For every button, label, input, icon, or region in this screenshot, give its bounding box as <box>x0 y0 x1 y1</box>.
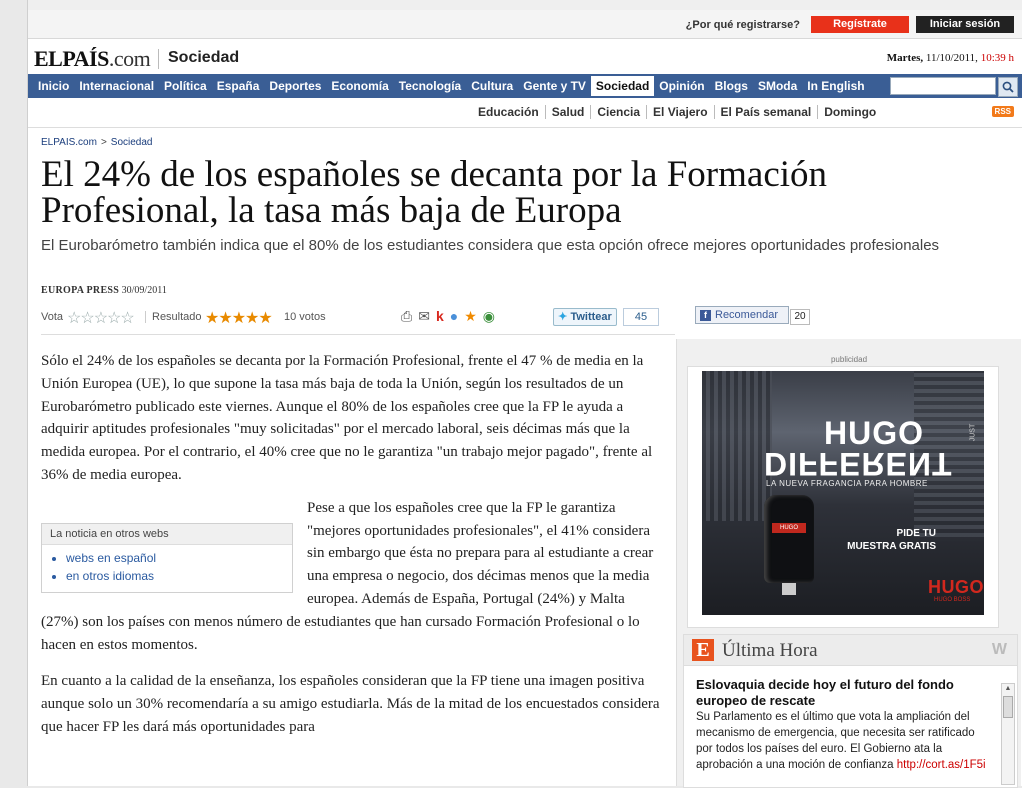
facebook-recommend-button[interactable]: f Recomendar <box>695 306 789 324</box>
hugo-ad-banner[interactable]: HUGO DIFFERENT JUST LA NUEVA FRAGANCIA P… <box>702 371 984 615</box>
other-webs-link-spanish[interactable]: webs en español <box>66 549 292 567</box>
other-webs-box: La noticia en otros webs webs en español… <box>41 522 293 593</box>
login-button[interactable]: Iniciar sesión <box>916 16 1014 33</box>
nav-item-gente-y-tv[interactable]: Gente y TV <box>518 74 591 98</box>
share-icon-2[interactable]: ● <box>450 308 458 325</box>
article-headline: El 24% de los españoles se decanta por l… <box>41 154 828 231</box>
sub-nav: Educación Salud Ciencia El Viajero El País s… <box>28 99 1022 128</box>
ad-brand-bottom: HUGO <box>928 577 984 597</box>
twitter-button[interactable]: ✦ Twittear <box>553 308 617 326</box>
subnav-item-el-país-semanal[interactable]: El País semanal <box>713 105 818 119</box>
logo-divider <box>158 49 159 69</box>
share-icon-3[interactable]: ★ <box>464 308 477 325</box>
article-subtitle: El Eurobarómetro también indica que el 8… <box>41 237 940 254</box>
breadcrumb-separator: > <box>100 137 107 148</box>
date-time: Martes, 11/10/2011, 10:39 h <box>886 52 1014 64</box>
byline: EUROPA PRESS 30/09/2011 <box>41 285 167 296</box>
ad-frame: HUGO DIFFERENT JUST LA NUEVA FRAGANCIA P… <box>687 366 999 628</box>
subnav-item-salud[interactable]: Salud <box>544 105 591 119</box>
scrollbar[interactable]: ▲ <box>1001 683 1015 785</box>
other-webs-title: La noticia en otros webs <box>42 523 292 545</box>
breadcrumb: ELPAIS.com > Sociedad <box>41 137 153 148</box>
breadcrumb-home[interactable]: ELPAIS.com <box>41 137 97 148</box>
rating-bar: Vota ☆☆☆☆☆ Resultado ★★★★★ 10 votos ⎙ ✉ … <box>41 306 681 330</box>
facebook-count: 20 <box>790 309 810 325</box>
nav-item-deportes[interactable]: Deportes <box>264 74 326 98</box>
search-input[interactable] <box>890 77 996 95</box>
section-title[interactable]: Sociedad <box>168 49 239 67</box>
scroll-up-icon[interactable]: ▲ <box>1002 684 1014 694</box>
share-icon-4[interactable]: ◉ <box>483 308 495 325</box>
elpais-e-icon: E <box>692 639 714 661</box>
subnav-item-educación[interactable]: Educación <box>472 105 545 119</box>
nav-item-smoda[interactable]: SModa <box>753 74 802 98</box>
ultima-hora-item: Eslovaquia decide hoy el futuro del fond… <box>696 677 994 773</box>
nav-item-blogs[interactable]: Blogs <box>710 74 753 98</box>
result-label: Resultado <box>145 311 202 323</box>
share-icon-1[interactable]: k <box>436 308 444 325</box>
ad-tagline: LA NUEVA FRAGANCIA PARA HOMBRE <box>766 479 928 488</box>
sub-nav-list: Educación Salud Ciencia El Viajero El País s… <box>472 105 882 119</box>
twitter-count: 45 <box>623 308 659 326</box>
vote-label: Vota <box>41 311 64 323</box>
other-webs-link-other-languages[interactable]: en otros idiomas <box>66 567 292 585</box>
twitter-icon: ✦ <box>558 311 571 323</box>
main-nav-list: Inicio Internacional Política España Deporte… <box>28 74 1022 98</box>
ultima-hora-title: Última Hora <box>722 640 818 661</box>
ultima-hora-headline[interactable]: Eslovaquia decide hoy el futuro del fond… <box>696 677 994 709</box>
sidebar: publicidad HUGO DIFFERENT JUST LA NUEVA … <box>676 339 1021 788</box>
rss-icon[interactable]: RSS <box>991 106 1014 117</box>
nav-item-economía[interactable]: Economía <box>326 74 393 98</box>
result-stars: ★★★★★ <box>205 310 273 327</box>
nav-item-tecnología[interactable]: Tecnología <box>394 74 466 98</box>
twitter-w-icon[interactable]: W <box>992 641 1007 659</box>
nav-item-política[interactable]: Política <box>159 74 212 98</box>
scroll-thumb[interactable] <box>1003 696 1013 718</box>
article-paragraph: Sólo el 24% de los españoles se decanta … <box>41 353 653 483</box>
breadcrumb-section[interactable]: Sociedad <box>111 137 153 148</box>
ad-label: publicidad <box>830 355 868 364</box>
nav-item-españa[interactable]: España <box>212 74 265 98</box>
nav-item-internacional[interactable]: Internacional <box>74 74 159 98</box>
register-button[interactable]: Regístrate <box>811 16 909 33</box>
vote-count: 10 votos <box>284 311 326 323</box>
page: ¿Por qué registrarse? Regístrate Iniciar… <box>27 0 1022 788</box>
share-tools: ⎙ ✉ k ● ★ ◉ <box>401 308 495 325</box>
main-nav: Inicio Internacional Política España Deporte… <box>28 74 1022 98</box>
subnav-item-el-viajero[interactable]: El Viajero <box>646 105 713 119</box>
nav-item-inicio[interactable]: Inicio <box>33 74 74 98</box>
email-icon[interactable]: ✉ <box>418 308 430 325</box>
ad-just: JUST <box>969 423 977 442</box>
article-body: Sólo el 24% de los españoles se decanta … <box>41 350 666 753</box>
perfume-bottle-image: HUGO <box>764 495 814 583</box>
ultima-hora-header: E Última Hora W <box>684 635 1017 666</box>
article-paragraph: En cuanto a la calidad de la enseñanza, … <box>41 673 660 735</box>
search-button[interactable] <box>998 77 1018 97</box>
nav-item-cultura[interactable]: Cultura <box>466 74 518 98</box>
ad-brand-sub: HUGO BOSS <box>934 597 971 603</box>
why-register-link[interactable]: ¿Por qué registrarse? <box>686 19 800 31</box>
divider <box>41 334 675 335</box>
ultima-hora-widget: E Última Hora W Eslovaquia decide hoy el… <box>683 634 1018 788</box>
ultima-hora-link[interactable]: http://cort.as/1F5i <box>897 759 986 771</box>
facebook-icon: f <box>700 310 711 321</box>
search-icon <box>1002 81 1014 93</box>
vote-stars[interactable]: ☆☆☆☆☆ <box>67 308 135 328</box>
ad-cta: PIDE TU MUESTRA GRATIS <box>847 528 936 552</box>
site-header: ELPAÍS.com Sociedad Martes, 11/10/2011, … <box>28 39 1022 73</box>
print-icon[interactable]: ⎙ <box>401 308 412 325</box>
register-bar: ¿Por qué registrarse? Regístrate Iniciar… <box>28 10 1022 39</box>
site-logo[interactable]: ELPAÍS.com <box>34 46 151 72</box>
subnav-item-ciencia[interactable]: Ciencia <box>590 105 646 119</box>
nav-item-opinión[interactable]: Opinión <box>654 74 709 98</box>
nav-item-in-english[interactable]: In English <box>802 74 869 98</box>
nav-item-sociedad[interactable]: Sociedad <box>590 76 655 96</box>
ad-brand-flipped: DIFFERENT <box>764 446 953 482</box>
subnav-item-domingo[interactable]: Domingo <box>817 105 882 119</box>
